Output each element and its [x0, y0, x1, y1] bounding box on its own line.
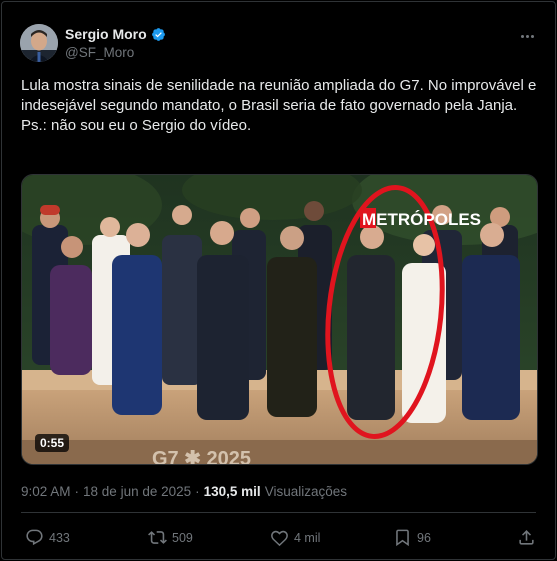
like-button[interactable]: 4 mil	[270, 528, 320, 547]
reply-count: 433	[49, 530, 70, 545]
tweet-text: Lula mostra sinais de senilidade na reun…	[21, 76, 541, 136]
author-handle[interactable]: @SF_Moro	[65, 45, 134, 60]
video-player[interactable]: G7 ✱ 2025 METRÓPOLES 0:55	[21, 174, 538, 465]
reply-button[interactable]: 433	[25, 528, 70, 547]
tweet-paragraph: Ps.: não sou eu o Sergio do vídeo.	[21, 117, 252, 134]
banner-text: G7 ✱ 2025	[152, 448, 251, 465]
tweet-card: Sergio Moro @SF_Moro Lula mostra sinais …	[1, 1, 556, 560]
author-name-row: Sergio Moro	[65, 26, 166, 42]
author-avatar[interactable]	[20, 24, 58, 62]
tweet-time[interactable]: 9:02 AM	[21, 484, 71, 499]
more-options-icon[interactable]	[517, 28, 537, 44]
verified-badge-icon	[151, 27, 165, 41]
repost-count: 509	[172, 530, 193, 545]
meta-separator: ·	[74, 484, 80, 499]
video-duration: 0:55	[35, 434, 70, 452]
action-bar: 433 509 4 mil 96	[21, 528, 536, 550]
tweet-meta: 9:02 AM · 18 de jun de 2025 · 130,5 mil …	[21, 484, 347, 499]
views-label: Visualizações	[264, 484, 347, 499]
reply-icon	[26, 529, 43, 546]
share-icon	[519, 530, 534, 545]
like-count: 4 mil	[294, 530, 321, 545]
share-button[interactable]	[517, 528, 536, 547]
heart-icon	[271, 530, 288, 547]
bookmark-icon	[396, 529, 409, 547]
author-name[interactable]: Sergio Moro	[65, 26, 147, 42]
tweet-date[interactable]: 18 de jun de 2025	[83, 484, 191, 499]
divider	[21, 512, 536, 513]
bookmark-button[interactable]: 96	[393, 528, 431, 547]
tweet-header: Sergio Moro @SF_Moro	[20, 24, 537, 68]
tweet-paragraph: Lula mostra sinais de senilidade na reun…	[21, 77, 537, 114]
meta-separator: ·	[195, 484, 200, 499]
views-count: 130,5 mil	[203, 484, 261, 499]
watermark-text: METRÓPOLES	[362, 210, 481, 229]
avatar-image	[20, 24, 58, 62]
repost-icon	[148, 531, 167, 544]
bookmark-count: 96	[417, 530, 431, 545]
video-thumbnail: G7 ✱ 2025 METRÓPOLES	[22, 175, 537, 465]
repost-button[interactable]: 509	[148, 528, 193, 547]
